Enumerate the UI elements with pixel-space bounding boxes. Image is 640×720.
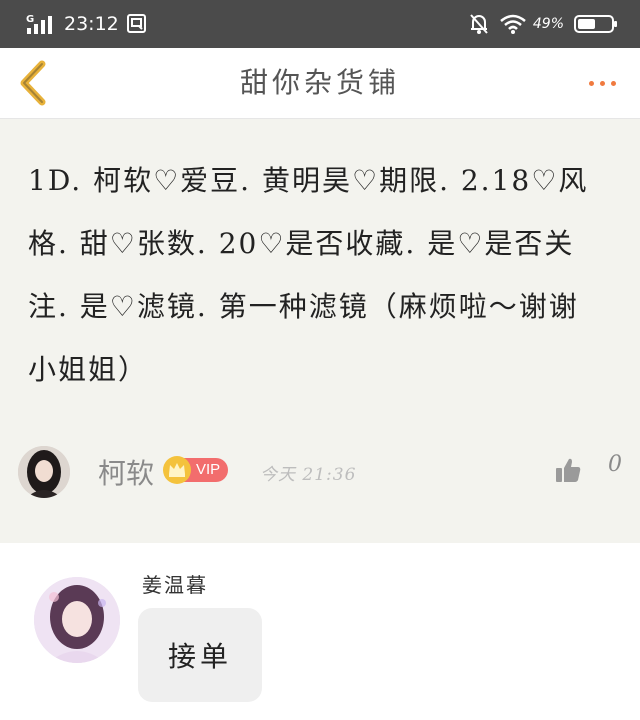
post-author-row: 柯软 VIP 今天 21:36 0 [18, 446, 628, 502]
battery-icon [574, 15, 617, 33]
thumbs-up-icon [556, 458, 581, 482]
page-title: 甜你杂货铺 [239, 66, 400, 99]
comment-item: 姜温暮 接单 [0, 543, 640, 720]
status-time: 23:12 [64, 13, 119, 35]
wifi-icon [500, 14, 526, 34]
post-content: 1D. 柯软♡爱豆. 黄明昊♡期限. 2.18♡风格. 甜♡张数. 20♡是否收… [28, 164, 589, 386]
status-bar: G 23:12 49% [0, 0, 640, 48]
network-type: G [26, 14, 34, 25]
signal-icon: G [26, 14, 52, 34]
comment-bubble[interactable]: 接单 [138, 608, 262, 702]
author-avatar-image [18, 446, 70, 498]
more-dot [610, 80, 616, 86]
mute-bell-icon [470, 14, 488, 34]
vip-badge: VIP [162, 456, 229, 484]
more-dot [599, 80, 605, 86]
like-button[interactable] [554, 456, 582, 484]
comment-text: 接单 [167, 640, 232, 673]
author-avatar[interactable] [18, 446, 70, 498]
status-right: 49% [469, 12, 618, 36]
author-name[interactable]: 柯软 [98, 452, 154, 492]
battery-percent: 49% [532, 16, 564, 32]
post-card: 1D. 柯软♡爱豆. 黄明昊♡期限. 2.18♡风格. 甜♡张数. 20♡是否收… [0, 119, 640, 543]
notification-icon [126, 14, 146, 33]
commenter-avatar[interactable] [34, 577, 120, 663]
commenter-name[interactable]: 姜温暮 [142, 569, 208, 598]
status-left: G 23:12 [26, 12, 149, 36]
post-time: 今天 21:36 [260, 465, 357, 485]
like-count: 0 [608, 452, 622, 477]
crown-icon [163, 456, 191, 484]
more-dots-icon [588, 80, 594, 86]
nav-bar: 甜你杂货铺 [0, 48, 640, 119]
commenter-avatar-image [34, 577, 120, 663]
more-button[interactable] [582, 70, 622, 96]
